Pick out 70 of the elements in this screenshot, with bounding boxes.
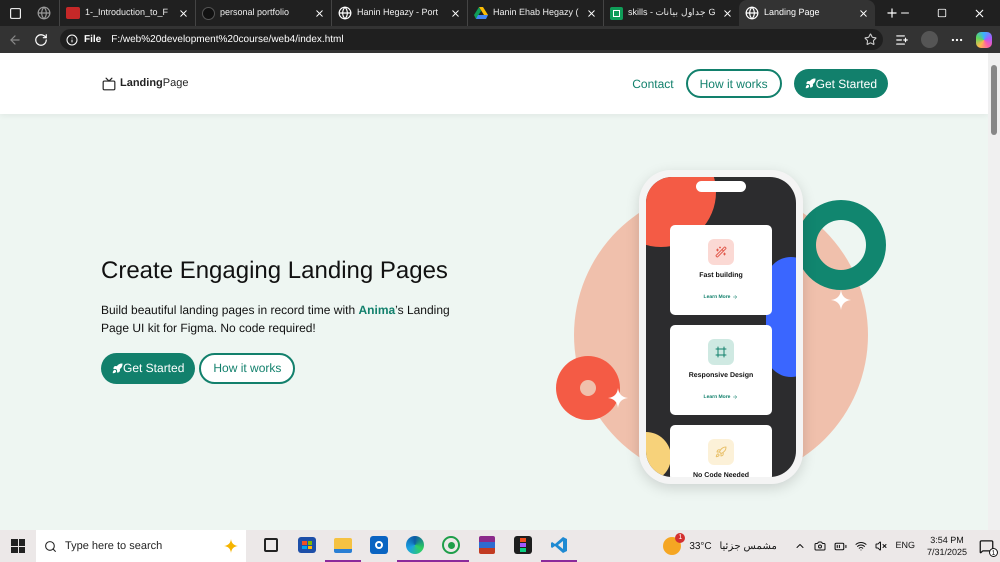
browser-icon[interactable]	[406, 536, 424, 554]
camera-icon[interactable]	[814, 540, 826, 552]
how-it-works-button[interactable]: How it works	[199, 352, 296, 384]
close-icon[interactable]	[450, 8, 461, 18]
close-icon[interactable]	[973, 6, 986, 20]
tab-title: Hanin Hegazy - Port	[357, 6, 440, 20]
info-icon[interactable]	[66, 34, 78, 46]
tab-title: personal portfolio	[220, 6, 290, 20]
sparkle-icon	[608, 388, 628, 408]
logo-text[interactable]: LandingPage	[120, 75, 188, 92]
arrow-right-icon	[732, 394, 738, 400]
address-bar[interactable]: File F:/web%20development%20course/web4/index.html	[60, 29, 883, 50]
code-editor-icon[interactable]	[550, 536, 568, 554]
mail-app-icon[interactable]	[370, 536, 388, 554]
tab-title: skills - جداول بيانات G	[628, 6, 717, 20]
url-text: F:/web%20development%20course/web4/index.html	[111, 33, 345, 47]
pdf-icon	[66, 7, 80, 19]
close-icon[interactable]	[586, 8, 597, 18]
arrow-right-icon	[732, 294, 738, 300]
tab-title: Hanin Ehab Hegazy (	[493, 6, 580, 20]
get-started-button[interactable]: Get Started	[794, 69, 888, 98]
muted-volume-icon[interactable]	[875, 540, 888, 552]
scrollbar-thumb[interactable]	[991, 65, 997, 135]
globe-icon	[745, 6, 759, 20]
store-icon[interactable]	[298, 537, 316, 553]
rocket-icon	[112, 362, 123, 374]
folder-icon[interactable]	[334, 538, 352, 552]
battery-icon[interactable]	[834, 540, 848, 552]
task-view-icon[interactable]	[264, 538, 278, 552]
rocket-icon	[708, 439, 734, 465]
site-scheme: File	[84, 33, 102, 47]
rocket-icon	[804, 78, 816, 89]
reload-icon[interactable]	[34, 32, 48, 46]
close-icon[interactable]	[858, 8, 869, 18]
close-icon[interactable]	[314, 8, 325, 18]
get-started-button[interactable]: Get Started	[101, 352, 196, 384]
start-icon[interactable]	[11, 539, 25, 553]
temperature: 33°C	[689, 540, 712, 554]
language-indicator[interactable]: ENG	[895, 539, 915, 553]
hero-text: Build beautiful landing pages in record time with Anima’s Landing Page UI kit for Figma. No code required!	[101, 302, 451, 336]
search-icon	[44, 540, 57, 552]
back-icon[interactable]	[8, 32, 22, 46]
new-tab-icon[interactable]	[885, 6, 899, 20]
close-icon[interactable]	[178, 8, 189, 18]
magic-wand-icon	[708, 239, 734, 265]
contact-link[interactable]: Contact	[632, 74, 674, 92]
tv-logo-icon	[102, 76, 116, 90]
frame-icon	[708, 339, 734, 365]
sparkle-icon	[831, 290, 851, 310]
browser-tab[interactable]: Landing Page	[739, 0, 875, 26]
how-it-works-button[interactable]: How it works	[686, 69, 782, 98]
globe-icon[interactable]	[37, 6, 51, 20]
favorites-icon[interactable]	[895, 32, 909, 46]
triangle-logo-icon	[474, 7, 488, 19]
maximize-icon[interactable]	[937, 8, 947, 18]
favorite-icon[interactable]	[864, 33, 877, 46]
assistant-logo-icon[interactable]	[976, 32, 992, 48]
design-app-icon[interactable]	[514, 536, 532, 554]
hero-title: Create Engaging Landing Pages	[101, 256, 449, 286]
sheet-icon	[610, 6, 623, 20]
close-icon[interactable]	[722, 8, 733, 18]
weather-condition: مشمس جزئيا	[720, 540, 776, 554]
clock[interactable]: 3:54 PM 7/31/2025	[922, 534, 971, 558]
chat-app-icon[interactable]	[442, 536, 460, 554]
globe-icon	[338, 6, 352, 20]
tab-title: 1-_Introduction_to_F	[85, 6, 170, 20]
search-field[interactable]: Type here to search	[36, 530, 246, 562]
tab-actions-icon[interactable]	[9, 6, 22, 20]
tab-title: Landing Page	[764, 6, 821, 20]
phone-notch	[696, 181, 746, 192]
